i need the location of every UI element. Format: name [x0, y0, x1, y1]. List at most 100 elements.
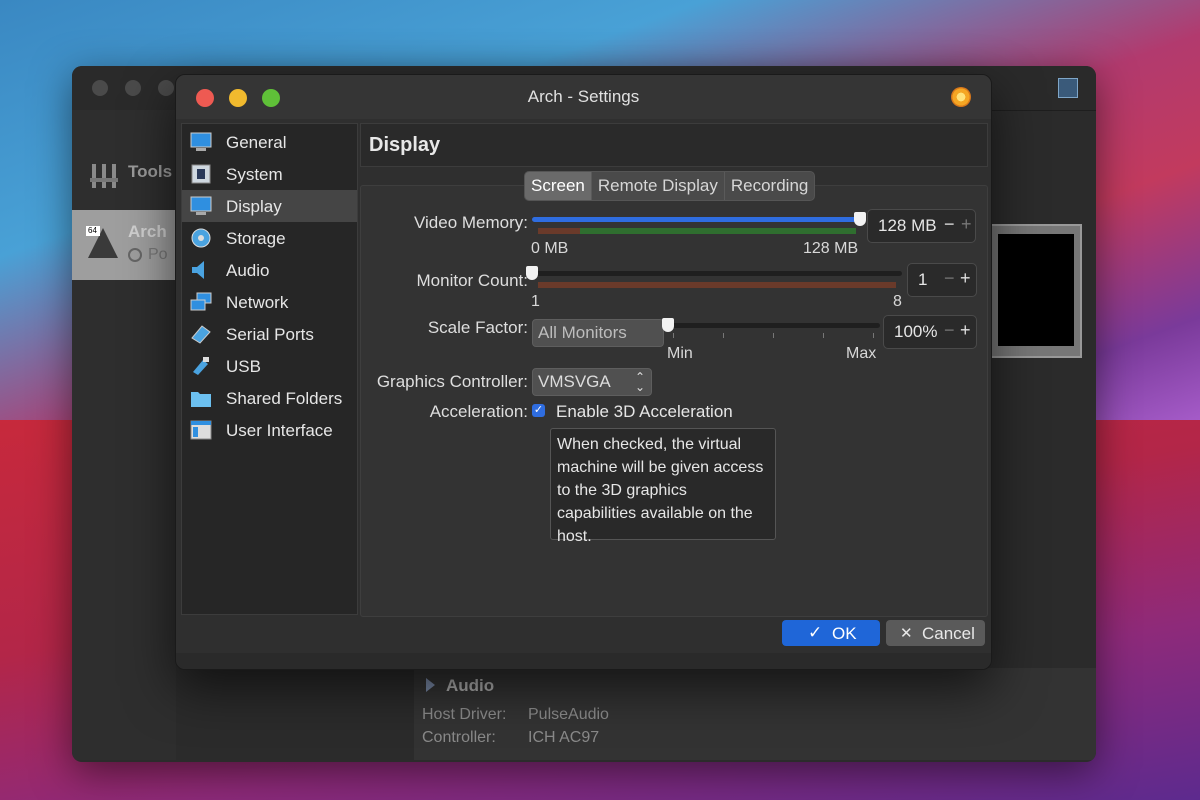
tab-remote-display[interactable]: Remote Display	[592, 172, 725, 200]
scale-factor-value: 100%	[894, 322, 938, 341]
sidebar-item-label: General	[226, 133, 287, 152]
sidebar-item-user-interface[interactable]: User Interface	[182, 414, 357, 446]
tools-label[interactable]: Tools	[128, 162, 172, 182]
video-memory-max-label: 128 MB	[803, 240, 859, 257]
sidebar-item-audio[interactable]: Audio	[182, 254, 357, 286]
monitor-count-max-label: 8	[893, 293, 902, 310]
tab-screen[interactable]: Screen	[525, 172, 592, 200]
scale-tick	[773, 333, 774, 338]
monitor-count-stepper[interactable]: 1 − +	[907, 263, 977, 297]
video-memory-min-label: 0 MB	[531, 240, 569, 257]
sidebar-item-usb[interactable]: USB	[182, 350, 357, 382]
decrement-button[interactable]: −	[944, 214, 955, 235]
dialog-titlebar: Arch - Settings	[176, 75, 991, 119]
sidebar-item-label: USB	[226, 357, 261, 376]
sidebar-item-label: Serial Ports	[226, 325, 314, 344]
recommended-range	[580, 228, 856, 234]
sidebar-item-network[interactable]: Network	[182, 286, 357, 318]
dialog-title: Arch - Settings	[527, 87, 640, 106]
decrement-button[interactable]: −	[944, 268, 955, 289]
audio-detail-row: Controller: ICH AC97	[422, 729, 599, 747]
audio-section-title: Audio	[446, 676, 495, 695]
scale-factor-min-label: Min	[667, 345, 693, 362]
tools-icon	[90, 164, 118, 188]
scale-tick	[873, 333, 874, 338]
sidebar-item-serial-ports[interactable]: Serial Ports	[182, 318, 357, 350]
monitor-count-slider-handle[interactable]	[526, 266, 538, 280]
cancel-button-label: Cancel	[922, 624, 975, 643]
tooltip: When checked, the virtual machine will b…	[550, 428, 776, 545]
graphics-controller-select[interactable]: VMSVGA ⌃ ⌄	[532, 368, 652, 396]
manager-sidebar: Tools 64 Arch Po	[72, 110, 176, 760]
manager-close-button[interactable]	[92, 80, 108, 96]
activity-monitor-icon[interactable]	[1058, 78, 1078, 98]
monitor-count-min-label: 1	[531, 293, 540, 310]
vm-preview	[990, 224, 1082, 358]
sidebar-item-system[interactable]: System	[182, 158, 357, 190]
video-memory-value: 128 MB	[878, 216, 937, 235]
cancel-button[interactable]: ✕ Cancel	[886, 620, 985, 646]
scale-factor-label: Scale Factor:	[427, 318, 528, 337]
monitor-count-label: Monitor Count:	[416, 271, 529, 290]
detail-value: ICH AC97	[528, 729, 600, 746]
sidebar-item-label: System	[226, 165, 283, 184]
settings-sidebar: General System Display Storage Audio Net…	[181, 123, 358, 615]
ok-button-label: OK	[832, 624, 857, 643]
chip-icon	[191, 164, 211, 184]
increment-button[interactable]: +	[961, 214, 972, 235]
enable-3d-acceleration-label[interactable]: Enable 3D Acceleration	[556, 402, 733, 422]
sidebar-item-label: Network	[226, 293, 289, 312]
manager-zoom-button[interactable]	[158, 80, 174, 96]
serial-port-icon	[191, 325, 211, 344]
network-icon	[190, 292, 212, 311]
graphics-controller-value: VMSVGA	[538, 372, 611, 391]
decrement-button[interactable]: −	[944, 320, 955, 341]
vm-list-item[interactable]: 64 Arch Po	[72, 210, 176, 280]
dialog-bottom-bar	[176, 653, 991, 669]
sidebar-item-label: Shared Folders	[226, 389, 343, 408]
gear-icon	[951, 87, 971, 107]
graphics-controller-label: Graphics Controller:	[376, 372, 528, 391]
page-title: Display	[369, 134, 441, 156]
manager-minimize-button[interactable]	[125, 80, 141, 96]
scale-factor-max-label: Max	[846, 345, 877, 362]
sidebar-item-label: Storage	[226, 229, 286, 248]
ok-button[interactable]: ✓ OK	[782, 620, 880, 646]
sidebar-item-display[interactable]: Display	[182, 190, 357, 222]
power-off-icon	[128, 248, 142, 262]
acceleration-label: Acceleration:	[429, 402, 528, 421]
detail-label: Host Driver:	[422, 706, 507, 723]
video-memory-slider[interactable]	[532, 217, 860, 222]
scale-factor-slider-handle[interactable]	[662, 318, 674, 332]
panel-header: Display	[360, 123, 988, 167]
scale-factor-slider[interactable]	[668, 323, 880, 328]
vm-state: Po	[148, 246, 168, 263]
monitor-count-slider[interactable]	[532, 271, 902, 276]
speaker-icon	[426, 678, 435, 692]
monitor-count-scale	[538, 282, 896, 288]
monitor-count-value: 1	[918, 270, 928, 289]
monitor-icon	[190, 132, 212, 151]
scale-factor-stepper[interactable]: 100% − +	[883, 315, 977, 349]
monitor-select-value: All Monitors	[538, 323, 627, 342]
audio-detail-row: Host Driver: PulseAudio	[422, 706, 609, 724]
enable-3d-acceleration-checkbox[interactable]: ✓	[532, 404, 545, 417]
monitor-select[interactable]: All Monitors	[532, 319, 664, 347]
increment-button[interactable]: +	[960, 320, 971, 341]
tab-recording[interactable]: Recording	[725, 172, 814, 200]
sidebar-item-general[interactable]: General	[182, 126, 357, 158]
video-memory-slider-fill	[532, 217, 860, 222]
settings-dialog: Arch - Settings General System Display S…	[175, 74, 992, 670]
sidebar-item-shared-folders[interactable]: Shared Folders	[182, 382, 357, 414]
close-icon: ✕	[900, 625, 913, 642]
video-memory-stepper[interactable]: 128 MB − +	[867, 209, 976, 243]
video-memory-slider-handle[interactable]	[854, 212, 866, 226]
sidebar-item-label: Display	[226, 197, 282, 216]
speaker-icon	[192, 261, 204, 279]
usb-icon	[193, 357, 209, 375]
scale-tick	[723, 333, 724, 338]
chevron-up-down-icon: ⌃ ⌄	[634, 370, 645, 394]
increment-button[interactable]: +	[960, 268, 971, 289]
sidebar-item-storage[interactable]: Storage	[182, 222, 357, 254]
checkmark-icon: ✓	[808, 623, 823, 642]
